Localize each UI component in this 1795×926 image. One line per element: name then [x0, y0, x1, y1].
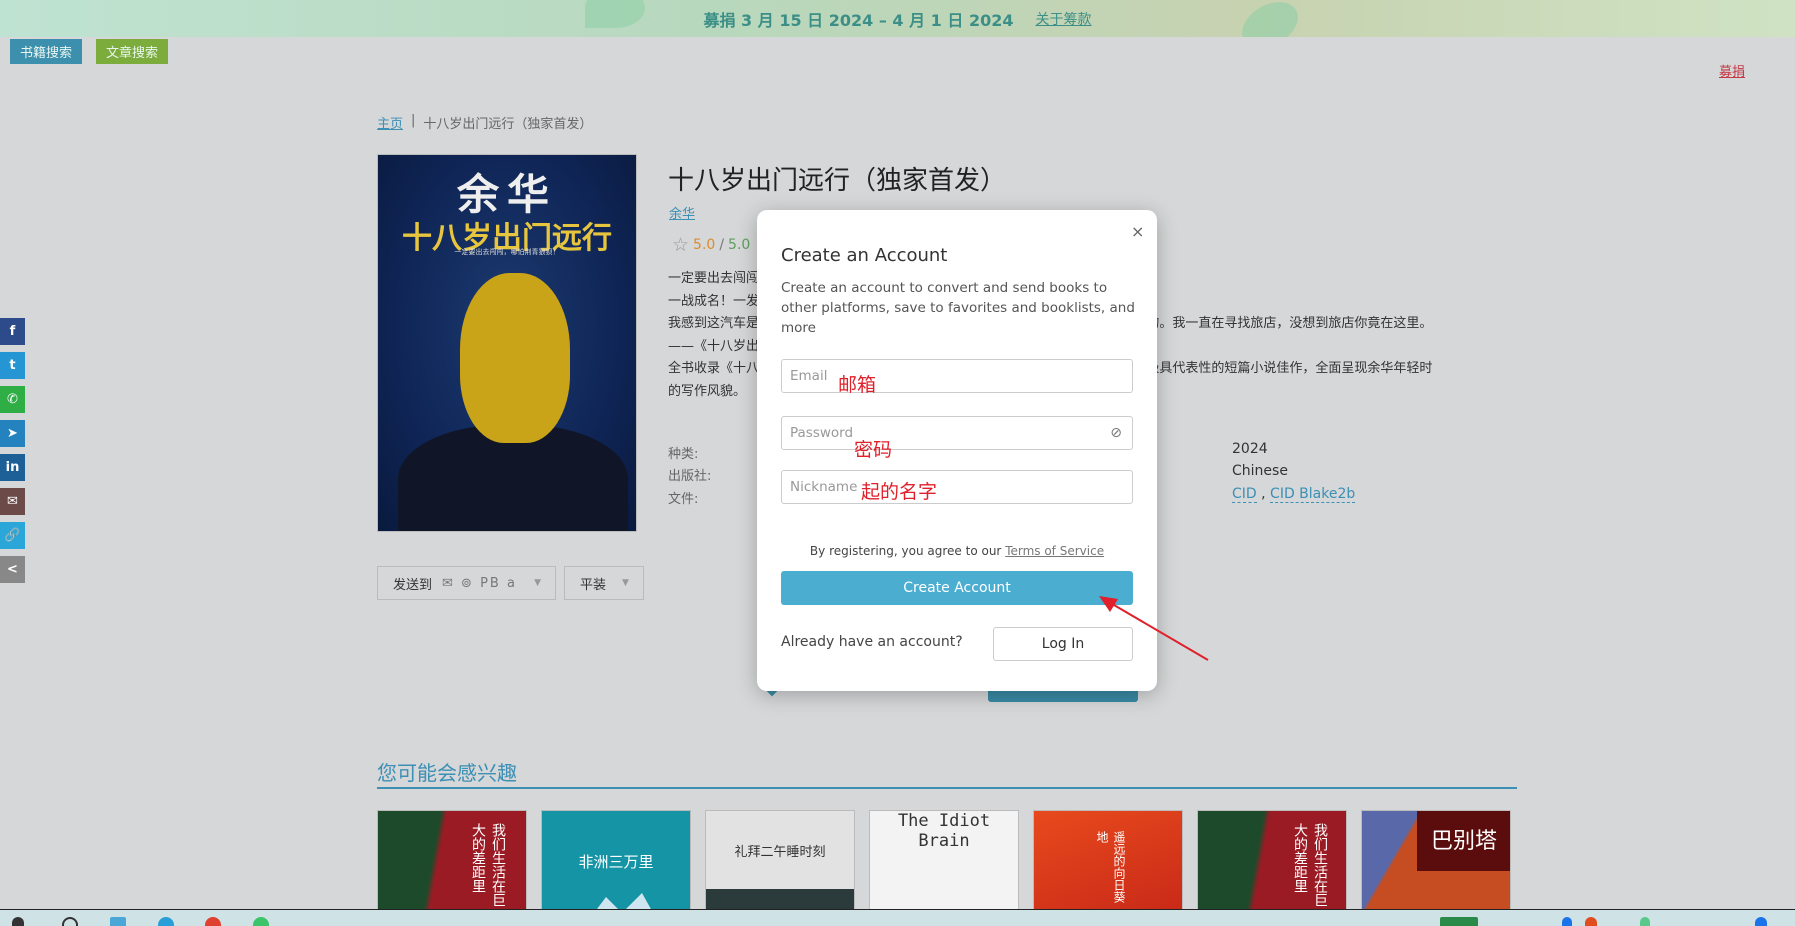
recommended-book[interactable]: The Idiot Brain — [869, 810, 1019, 910]
send-targets-icons: ✉ ⊚ PB a — [442, 575, 517, 591]
recommend-title: 您可能会感兴趣 — [377, 761, 517, 785]
rec-cover-mountain — [582, 893, 662, 909]
meta-year: 2024 — [1232, 441, 1268, 457]
recommended-book[interactable]: 我们生活在巨大的差距里 — [1197, 810, 1347, 910]
rec-cover-art — [706, 889, 854, 909]
twitter-share-icon[interactable]: t — [0, 352, 25, 379]
cover-tagline: 一定要出去闯闯，哪怕荆青狼狈！ — [454, 248, 560, 256]
recommended-book[interactable]: 我们生活在巨大的差距里 — [377, 810, 527, 910]
link-share-icon[interactable]: 🔗 — [0, 522, 25, 549]
email-field[interactable]: Email — [781, 359, 1133, 393]
chevron-down-icon: ▼ — [534, 578, 541, 588]
nickname-annotation: 起的名字 — [861, 481, 938, 503]
meta-files: CID , CID Blake2b — [1232, 486, 1356, 503]
cid-link[interactable]: CID — [1232, 486, 1257, 503]
about-fundraising-link[interactable]: 关于筹款 — [1036, 9, 1092, 29]
password-annotation: 密码 — [854, 439, 893, 461]
modal-subtitle: Create an account to convert and send bo… — [781, 280, 1135, 336]
password-field[interactable]: Password ⊘ — [781, 416, 1133, 450]
rec-book-title: The Idiot Brain — [897, 811, 991, 851]
task-view-icon[interactable] — [110, 917, 126, 926]
banner-text: 募捐 3 月 15 日 2024 – 4 月 1 日 2024 — [703, 10, 1014, 30]
nickname-field[interactable]: Nickname — [781, 470, 1133, 504]
cid-blake2b-link[interactable]: CID Blake2b — [1270, 486, 1356, 503]
send-to-label: 发送到 — [393, 577, 433, 593]
share-icon[interactable]: < — [0, 556, 25, 583]
cover-portrait-face — [460, 273, 570, 443]
rec-book-title: 巴别塔 — [1430, 829, 1497, 854]
nickname-placeholder: Nickname — [790, 479, 858, 495]
create-account-button[interactable]: Create Account — [781, 571, 1133, 605]
facebook-share-icon[interactable]: f — [0, 318, 25, 345]
meta-label-publisher: 出版社: — [668, 469, 712, 484]
chrome-browser-icon[interactable] — [205, 917, 221, 926]
email-share-icon[interactable]: ✉ — [0, 488, 25, 515]
donate-link[interactable]: 募捐 — [1719, 61, 1745, 80]
email-annotation: 邮箱 — [838, 374, 877, 396]
rec-book-title: 遥远的向日葵地 — [1095, 831, 1126, 903]
rec-book-title: 礼拜二午睡时刻 — [734, 845, 826, 860]
meta-label-file: 文件: — [668, 492, 699, 507]
terms-notice: By registering, you agree to our Terms o… — [757, 544, 1157, 558]
arrow-head — [1099, 596, 1118, 612]
arrow-line — [1101, 597, 1209, 661]
section-divider — [377, 787, 1517, 789]
leaf-decoration — [585, 0, 645, 28]
article-search-button[interactable]: 文章搜索 — [96, 39, 169, 64]
breadcrumb: 主页 | 十八岁出门远行（独家首发） — [377, 113, 592, 132]
eye-slash-icon[interactable]: ⊘ — [1110, 425, 1122, 441]
format-dropdown[interactable]: 平装 ▼ — [564, 566, 644, 600]
os-taskbar — [0, 909, 1795, 926]
breadcrumb-current: 十八岁出门远行（独家首发） — [423, 117, 593, 132]
donation-banner: 募捐 3 月 15 日 2024 – 4 月 1 日 2024 关于筹款 — [0, 0, 1795, 37]
book-search-button[interactable]: 书籍搜索 — [10, 39, 83, 64]
rating-value: 5.0 — [693, 237, 716, 253]
recommended-book[interactable]: 遥远的向日葵地 — [1033, 810, 1183, 910]
rec-book-title: 非洲三万里 — [578, 853, 654, 871]
recommended-book[interactable]: 非洲三万里 — [541, 810, 691, 910]
email-placeholder: Email — [790, 368, 828, 384]
author-link[interactable]: 余华 — [669, 203, 695, 222]
leaf-decoration — [1234, 0, 1306, 37]
format-label: 平装 — [580, 577, 607, 593]
tray-icon[interactable] — [1562, 917, 1572, 926]
tray-icon[interactable] — [1755, 917, 1767, 926]
terms-of-service-link[interactable]: Terms of Service — [1005, 544, 1104, 558]
rec-book-title: 我们生活在巨大的差距里 — [470, 823, 506, 907]
terms-prefix: By registering, you agree to our — [809, 544, 1002, 558]
rating: ☆ 5.0 / 5.0 — [672, 234, 750, 256]
telegram-share-icon[interactable]: ➤ — [0, 420, 25, 447]
rating-separator: / — [719, 237, 725, 253]
close-icon[interactable]: × — [1131, 222, 1144, 241]
meta-language: Chinese — [1232, 463, 1288, 479]
recommended-book[interactable]: 礼拜二午睡时刻 — [705, 810, 855, 910]
send-to-dropdown[interactable]: 发送到 ✉ ⊚ PB a ▼ — [377, 566, 556, 600]
breadcrumb-home[interactable]: 主页 — [377, 113, 403, 132]
book-title: 十八岁出门远行（独家首发） — [668, 166, 1007, 196]
book-cover[interactable]: 余华 十八岁出门远行 一定要出去闯闯，哪怕荆青狼狈！ — [377, 154, 637, 532]
rec-book-title: 我们生活在巨大的差距里 — [1292, 823, 1328, 907]
whatsapp-share-icon[interactable]: ✆ — [0, 386, 25, 413]
edge-browser-icon[interactable] — [158, 917, 174, 926]
rating-max: 5.0 — [728, 237, 751, 253]
annotation-arrow — [1099, 596, 1209, 661]
recommended-book[interactable]: 巴别塔 — [1361, 810, 1511, 910]
password-placeholder: Password — [790, 425, 854, 441]
tray-icon[interactable] — [1585, 917, 1597, 926]
windows-start-icon[interactable] — [12, 917, 24, 926]
wechat-icon[interactable] — [253, 917, 269, 926]
modal-title: Create an Account — [781, 245, 948, 266]
linkedin-share-icon[interactable]: in — [0, 454, 25, 481]
tray-app-icon[interactable] — [1440, 917, 1478, 926]
chevron-down-icon: ▼ — [622, 578, 629, 588]
file-sep: , — [1261, 486, 1266, 502]
search-icon[interactable] — [62, 917, 78, 926]
breadcrumb-separator: | — [411, 113, 416, 128]
tray-icon[interactable] — [1640, 917, 1650, 926]
already-have-account-text: Already have an account? — [781, 634, 963, 650]
meta-label-category: 种类: — [668, 447, 699, 462]
star-icon[interactable]: ☆ — [672, 234, 689, 256]
